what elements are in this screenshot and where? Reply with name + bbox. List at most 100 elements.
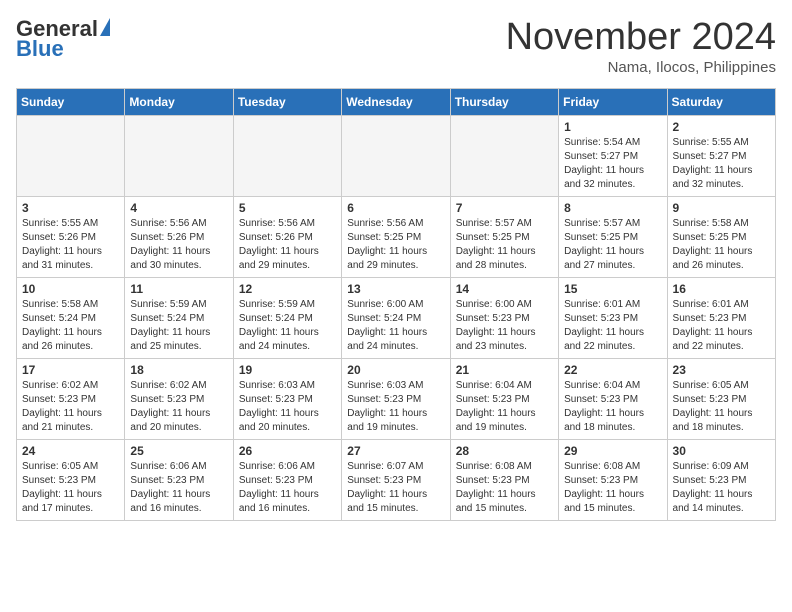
day-number: 27 xyxy=(347,444,444,458)
calendar-cell: 12 Sunrise: 5:59 AM Sunset: 5:24 PM Dayli… xyxy=(233,278,341,359)
day-number: 28 xyxy=(456,444,553,458)
calendar-cell xyxy=(17,116,125,197)
col-header-monday: Monday xyxy=(125,89,233,116)
day-info: Sunrise: 6:09 AM Sunset: 5:23 PM Dayligh… xyxy=(673,460,770,516)
day-info: Sunrise: 6:01 AM Sunset: 5:23 PM Dayligh… xyxy=(673,298,770,354)
day-number: 24 xyxy=(22,444,119,458)
day-number: 12 xyxy=(239,282,336,296)
calendar-cell: 17Sunrise: 6:02 AM Sunset: 5:23 PM Dayli… xyxy=(17,359,125,440)
calendar-header-row: SundayMondayTuesdayWednesdayThursdayFrid… xyxy=(17,89,776,116)
calendar-table: SundayMondayTuesdayWednesdayThursdayFrid… xyxy=(16,88,776,521)
week-row-3: 10Sunrise: 5:58 AM Sunset: 5:24 PM Dayli… xyxy=(17,278,776,359)
day-info: Sunrise: 6:00 AM Sunset: 5:24 PM Dayligh… xyxy=(347,298,444,354)
calendar-cell: 1 Sunrise: 5:54 AM Sunset: 5:27 PM Daylig… xyxy=(559,116,667,197)
day-number: 3 xyxy=(22,201,119,215)
calendar-cell: 13 Sunrise: 6:00 AM Sunset: 5:24 PM Dayli… xyxy=(342,278,450,359)
calendar-cell: 10Sunrise: 5:58 AM Sunset: 5:24 PM Dayli… xyxy=(17,278,125,359)
day-number: 14 xyxy=(456,282,553,296)
day-number: 19 xyxy=(239,363,336,377)
location: Nama, Ilocos, Philippines xyxy=(506,59,776,76)
calendar-cell: 2 Sunrise: 5:55 AM Sunset: 5:27 PM Daylig… xyxy=(667,116,775,197)
day-number: 26 xyxy=(239,444,336,458)
calendar-cell: 28 Sunrise: 6:08 AM Sunset: 5:23 PM Dayli… xyxy=(450,440,558,521)
calendar-cell: 16 Sunrise: 6:01 AM Sunset: 5:23 PM Dayli… xyxy=(667,278,775,359)
col-header-sunday: Sunday xyxy=(17,89,125,116)
day-number: 8 xyxy=(564,201,661,215)
calendar-cell xyxy=(342,116,450,197)
calendar-cell: 9Sunrise: 5:58 AM Sunset: 5:25 PM Daylig… xyxy=(667,197,775,278)
day-number: 20 xyxy=(347,363,444,377)
day-number: 21 xyxy=(456,363,553,377)
calendar-cell: 30 Sunrise: 6:09 AM Sunset: 5:23 PM Dayli… xyxy=(667,440,775,521)
week-row-4: 17Sunrise: 6:02 AM Sunset: 5:23 PM Dayli… xyxy=(17,359,776,440)
day-info: Sunrise: 5:59 AM Sunset: 5:24 PM Dayligh… xyxy=(130,298,227,354)
day-number: 2 xyxy=(673,120,770,134)
calendar-cell xyxy=(450,116,558,197)
day-info: Sunrise: 5:57 AM Sunset: 5:25 PM Dayligh… xyxy=(456,217,553,273)
day-info: Sunrise: 6:03 AM Sunset: 5:23 PM Dayligh… xyxy=(347,379,444,435)
day-info: Sunrise: 6:06 AM Sunset: 5:23 PM Dayligh… xyxy=(130,460,227,516)
day-number: 15 xyxy=(564,282,661,296)
day-number: 4 xyxy=(130,201,227,215)
day-number: 5 xyxy=(239,201,336,215)
day-info: Sunrise: 5:55 AM Sunset: 5:26 PM Dayligh… xyxy=(22,217,119,273)
day-number: 11 xyxy=(130,282,227,296)
calendar-cell: 23 Sunrise: 6:05 AM Sunset: 5:23 PM Dayli… xyxy=(667,359,775,440)
day-number: 6 xyxy=(347,201,444,215)
calendar-cell: 4 Sunrise: 5:56 AM Sunset: 5:26 PM Daylig… xyxy=(125,197,233,278)
logo-blue-text: Blue xyxy=(16,36,64,62)
calendar-cell: 6 Sunrise: 5:56 AM Sunset: 5:25 PM Daylig… xyxy=(342,197,450,278)
logo: General Blue xyxy=(16,16,110,62)
day-number: 10 xyxy=(22,282,119,296)
col-header-saturday: Saturday xyxy=(667,89,775,116)
calendar-cell: 11 Sunrise: 5:59 AM Sunset: 5:24 PM Dayli… xyxy=(125,278,233,359)
day-info: Sunrise: 6:05 AM Sunset: 5:23 PM Dayligh… xyxy=(673,379,770,435)
day-info: Sunrise: 5:56 AM Sunset: 5:25 PM Dayligh… xyxy=(347,217,444,273)
day-info: Sunrise: 6:01 AM Sunset: 5:23 PM Dayligh… xyxy=(564,298,661,354)
calendar-cell: 8 Sunrise: 5:57 AM Sunset: 5:25 PM Daylig… xyxy=(559,197,667,278)
page-header: General Blue November 2024 Nama, Ilocos,… xyxy=(16,16,776,76)
day-number: 25 xyxy=(130,444,227,458)
day-info: Sunrise: 5:59 AM Sunset: 5:24 PM Dayligh… xyxy=(239,298,336,354)
day-number: 16 xyxy=(673,282,770,296)
calendar-cell xyxy=(125,116,233,197)
day-number: 30 xyxy=(673,444,770,458)
day-number: 29 xyxy=(564,444,661,458)
day-number: 9 xyxy=(673,201,770,215)
calendar-cell: 22Sunrise: 6:04 AM Sunset: 5:23 PM Dayli… xyxy=(559,359,667,440)
day-info: Sunrise: 6:05 AM Sunset: 5:23 PM Dayligh… xyxy=(22,460,119,516)
calendar-cell: 21 Sunrise: 6:04 AM Sunset: 5:23 PM Dayli… xyxy=(450,359,558,440)
day-info: Sunrise: 6:08 AM Sunset: 5:23 PM Dayligh… xyxy=(564,460,661,516)
logo-triangle-icon xyxy=(100,18,110,36)
week-row-2: 3 Sunrise: 5:55 AM Sunset: 5:26 PM Daylig… xyxy=(17,197,776,278)
calendar-cell: 19Sunrise: 6:03 AM Sunset: 5:23 PM Dayli… xyxy=(233,359,341,440)
day-number: 18 xyxy=(130,363,227,377)
day-number: 7 xyxy=(456,201,553,215)
day-number: 23 xyxy=(673,363,770,377)
calendar-cell: 25 Sunrise: 6:06 AM Sunset: 5:23 PM Dayli… xyxy=(125,440,233,521)
calendar-cell: 15 Sunrise: 6:01 AM Sunset: 5:23 PM Dayli… xyxy=(559,278,667,359)
day-info: Sunrise: 5:55 AM Sunset: 5:27 PM Dayligh… xyxy=(673,136,770,192)
calendar-cell: 27 Sunrise: 6:07 AM Sunset: 5:23 PM Dayli… xyxy=(342,440,450,521)
week-row-1: 1 Sunrise: 5:54 AM Sunset: 5:27 PM Daylig… xyxy=(17,116,776,197)
calendar-cell: 29 Sunrise: 6:08 AM Sunset: 5:23 PM Dayli… xyxy=(559,440,667,521)
title-area: November 2024 Nama, Ilocos, Philippines xyxy=(506,16,776,76)
day-number: 13 xyxy=(347,282,444,296)
day-number: 1 xyxy=(564,120,661,134)
calendar-cell: 26Sunrise: 6:06 AM Sunset: 5:23 PM Dayli… xyxy=(233,440,341,521)
calendar-cell: 18 Sunrise: 6:02 AM Sunset: 5:23 PM Dayli… xyxy=(125,359,233,440)
day-info: Sunrise: 5:56 AM Sunset: 5:26 PM Dayligh… xyxy=(130,217,227,273)
day-info: Sunrise: 5:54 AM Sunset: 5:27 PM Dayligh… xyxy=(564,136,661,192)
calendar-cell: 3 Sunrise: 5:55 AM Sunset: 5:26 PM Daylig… xyxy=(17,197,125,278)
calendar-cell: 5Sunrise: 5:56 AM Sunset: 5:26 PM Daylig… xyxy=(233,197,341,278)
calendar-cell: 14Sunrise: 6:00 AM Sunset: 5:23 PM Dayli… xyxy=(450,278,558,359)
day-info: Sunrise: 6:02 AM Sunset: 5:23 PM Dayligh… xyxy=(22,379,119,435)
month-title: November 2024 xyxy=(506,16,776,59)
col-header-tuesday: Tuesday xyxy=(233,89,341,116)
day-info: Sunrise: 6:07 AM Sunset: 5:23 PM Dayligh… xyxy=(347,460,444,516)
week-row-5: 24 Sunrise: 6:05 AM Sunset: 5:23 PM Dayli… xyxy=(17,440,776,521)
day-info: Sunrise: 6:08 AM Sunset: 5:23 PM Dayligh… xyxy=(456,460,553,516)
day-info: Sunrise: 6:02 AM Sunset: 5:23 PM Dayligh… xyxy=(130,379,227,435)
day-info: Sunrise: 5:57 AM Sunset: 5:25 PM Dayligh… xyxy=(564,217,661,273)
day-info: Sunrise: 6:04 AM Sunset: 5:23 PM Dayligh… xyxy=(456,379,553,435)
